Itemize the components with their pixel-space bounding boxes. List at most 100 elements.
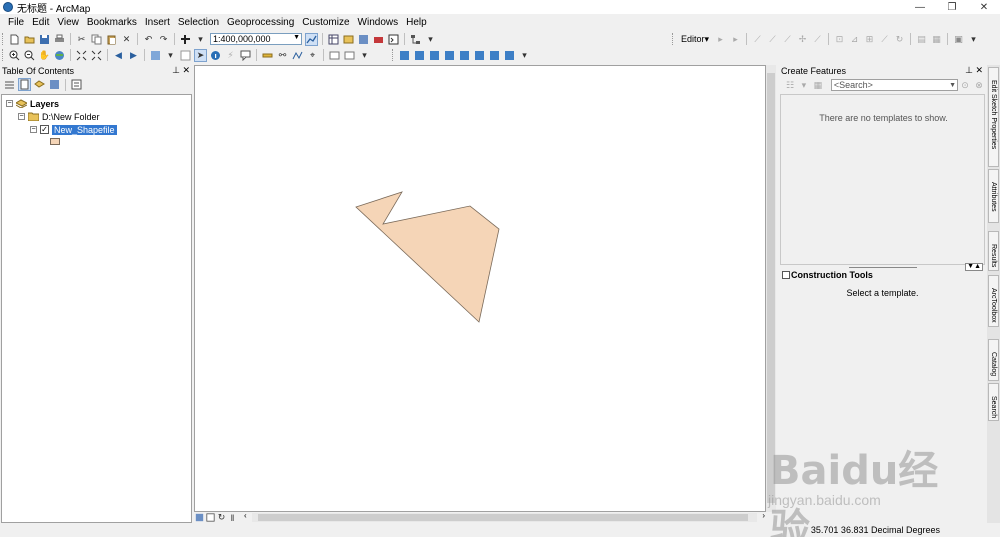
point-icon[interactable]: ✢ [796,33,809,46]
select-features-dropdown-icon[interactable]: ▾ [164,49,177,62]
full-extent-icon[interactable] [53,49,66,62]
tree-row-folder[interactable]: − D:\New Folder [18,111,100,122]
layout-view-tool-3-icon[interactable] [428,49,441,62]
html-popup-icon[interactable] [239,49,252,62]
cut-polygons-icon[interactable]: ⊞ [863,33,876,46]
layout-view-tool-8-icon[interactable] [503,49,516,62]
table-of-contents-icon[interactable] [327,33,340,46]
layer-name[interactable]: New_Shapefile [52,124,117,135]
reshape-feature-icon[interactable]: ⊿ [848,33,861,46]
tab-attributes[interactable]: Attributes [988,169,999,223]
arctoolbox-icon[interactable] [372,33,385,46]
list-by-drawing-order-icon[interactable] [3,78,16,91]
modelbuilder-dropdown-icon[interactable]: ▾ [424,33,437,46]
menu-help[interactable]: Help [402,14,431,31]
modelbuilder-icon[interactable] [409,33,422,46]
open-folder-icon[interactable] [23,33,36,46]
split-tool-icon[interactable]: ⟋ [878,33,891,46]
edit-annotation-icon[interactable]: ▸ [729,33,742,46]
fixed-zoom-out-icon[interactable] [90,49,103,62]
scrollbar-thumb[interactable] [258,514,748,521]
add-data-dropdown-icon[interactable]: ▾ [194,33,207,46]
identify-icon[interactable] [209,49,222,62]
go-to-xy-icon[interactable]: ⌖ [306,49,319,62]
save-icon[interactable] [38,33,51,46]
tab-edit-sketch-properties[interactable]: Edit Sketch Properties [988,67,999,167]
layout-view-tool-1-icon[interactable] [398,49,411,62]
polygon-symbol-swatch[interactable] [50,138,60,145]
pin-icon[interactable]: ⊥ [965,65,973,75]
collapse-icon[interactable]: − [30,126,37,133]
menu-file[interactable]: File [4,14,28,31]
layout-view-tool-4-icon[interactable] [443,49,456,62]
midpoint-icon[interactable]: ⟋ [811,33,824,46]
sketch-properties-icon[interactable]: ▦ [930,33,943,46]
chevron-down-icon[interactable]: ▼ [949,82,956,89]
menu-edit[interactable]: Edit [28,14,53,31]
measure-icon[interactable] [261,49,274,62]
chevron-down-icon[interactable]: ▼ [293,34,300,41]
toolbar-options-icon[interactable]: ▾ [518,49,531,62]
find-binoculars-icon[interactable]: ⚯ [276,49,289,62]
toolbar-options-icon[interactable]: ▾ [358,49,371,62]
template-properties-icon[interactable]: ▦ [812,79,824,92]
collapse-icon[interactable]: − [6,100,13,107]
tab-results[interactable]: Results [988,231,999,271]
edit-vertices-icon[interactable]: ⊡ [833,33,846,46]
create-features-icon[interactable]: ▣ [952,33,965,46]
shapefile-polygon[interactable] [355,191,500,323]
redo-icon[interactable]: ↷ [157,33,170,46]
delete-icon[interactable]: ✕ [120,33,133,46]
search-icon[interactable]: ⊙ [959,79,971,92]
clear-search-icon[interactable]: ⊗ [973,79,985,92]
create-viewer-window-icon[interactable] [343,49,356,62]
catalog-window-icon[interactable] [342,33,355,46]
zoom-out-icon[interactable] [23,49,36,62]
template-list[interactable]: There are no templates to show. [780,94,985,265]
paste-icon[interactable] [105,33,118,46]
scroll-right-icon[interactable]: › [762,511,765,520]
trace-icon[interactable]: ⟋ [781,33,794,46]
find-route-icon[interactable] [291,49,304,62]
map-display[interactable] [194,65,766,512]
layout-view-tool-6-icon[interactable] [473,49,486,62]
search-window-icon[interactable] [357,33,370,46]
toolbar-handle[interactable] [2,49,5,61]
add-data-icon[interactable] [179,33,192,46]
layer-visibility-checkbox[interactable]: ✓ [40,125,49,134]
tab-arctoolbox[interactable]: ArcToolbox [988,275,999,327]
template-filter-icon[interactable]: ▾ [798,79,810,92]
toolbar-handle[interactable] [672,33,675,45]
time-slider-icon[interactable] [328,49,341,62]
select-elements-arrow-icon[interactable]: ➤ [194,48,207,62]
menu-selection[interactable]: Selection [174,14,223,31]
tab-catalog[interactable]: Catalog [988,339,999,381]
menu-windows[interactable]: Windows [354,14,403,31]
end-point-arc-icon[interactable]: ⟋ [766,33,779,46]
close-icon[interactable]: ✕ [182,65,190,75]
close-button[interactable]: ✕ [968,0,1000,14]
go-forward-extent-icon[interactable]: ▶ [127,49,140,62]
template-search-input[interactable]: <Search> ▼ [830,79,959,91]
new-document-icon[interactable] [8,33,21,46]
menu-customize[interactable]: Customize [298,14,353,31]
straight-segment-icon[interactable]: ⟋ [751,33,764,46]
menu-view[interactable]: View [53,14,83,31]
tree-row-layers[interactable]: − Layers [6,98,59,109]
close-icon[interactable]: ✕ [975,65,983,75]
list-by-selection-icon[interactable] [48,78,61,91]
edit-tool-icon[interactable]: ▸ [714,33,727,46]
list-by-source-icon[interactable] [18,78,31,91]
editor-toolbar-toggle-icon[interactable] [305,32,318,46]
cut-icon[interactable]: ✂ [75,33,88,46]
pin-icon[interactable]: ⊥ [172,65,180,75]
toc-options-icon[interactable] [70,78,83,91]
layout-view-tool-7-icon[interactable] [488,49,501,62]
map-canvas[interactable] [195,66,767,513]
fixed-zoom-in-icon[interactable] [75,49,88,62]
go-back-extent-icon[interactable]: ◀ [112,49,125,62]
print-icon[interactable] [53,33,66,46]
rotate-tool-icon[interactable]: ↻ [893,33,906,46]
python-window-icon[interactable] [387,33,400,46]
minimize-button[interactable]: — [904,0,936,14]
